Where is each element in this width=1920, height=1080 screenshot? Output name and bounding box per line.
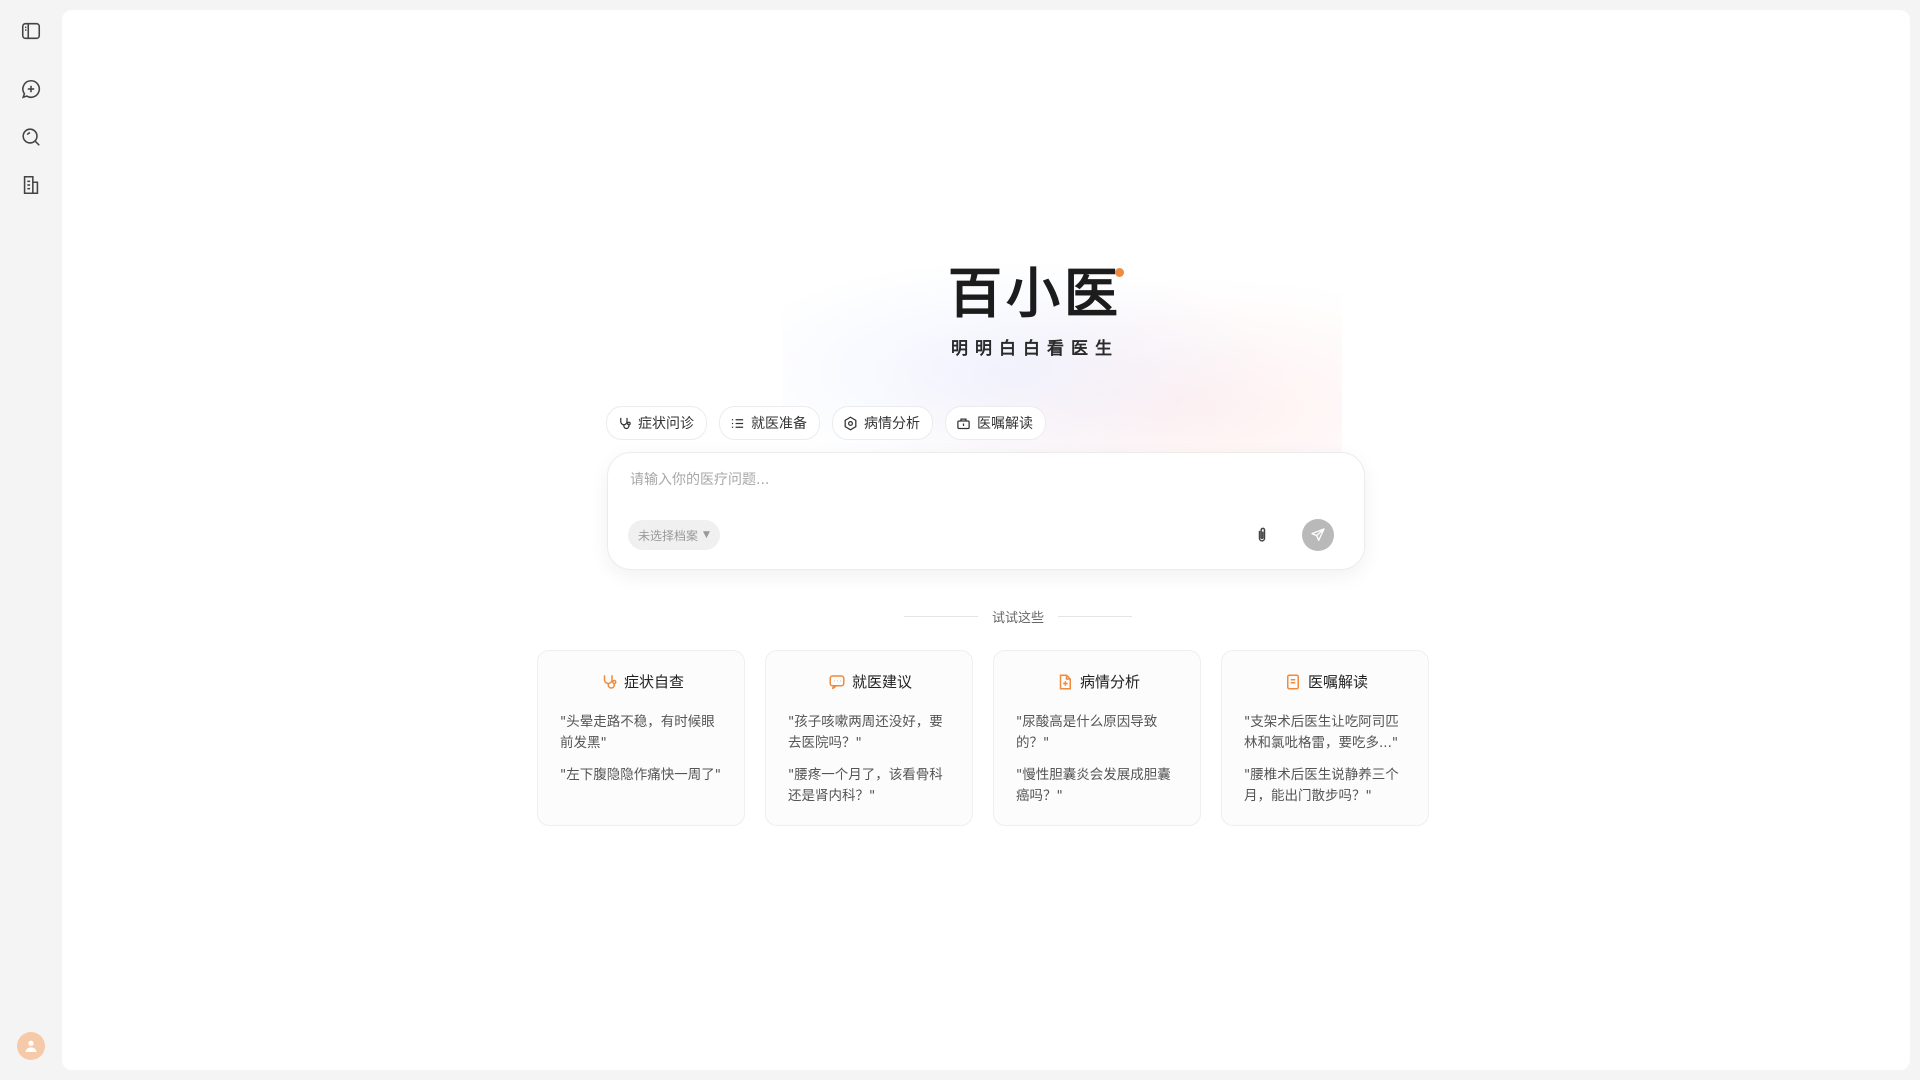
chip-label: 医嘱解读 [977, 416, 1033, 432]
chat-plus-icon [21, 79, 41, 99]
suggestions-label: 试试这些 [991, 610, 1044, 626]
divider-line [903, 615, 978, 617]
document-list-icon [23, 175, 39, 195]
paperclip-icon [1258, 527, 1266, 542]
suggestion-card-analysis: 病情分析 "尿酸高是什么原因导致的？" "慢性胆囊炎会发展成胆囊癌吗？" [993, 650, 1201, 826]
card-header: 医嘱解读 [1244, 671, 1408, 692]
brand-logo: 百小医 [948, 262, 1124, 326]
suggestion-question[interactable]: "尿酸高是什么原因导致的？" [1016, 712, 1180, 754]
composer: 未选择档案 ▼ [607, 452, 1365, 570]
divider-line [1058, 615, 1132, 617]
attach-button[interactable] [1250, 523, 1274, 547]
card-title: 症状自查 [623, 673, 684, 691]
chevron-down-icon: ▼ [703, 530, 710, 540]
suggestion-question[interactable]: "头晕走路不稳，有时候眼前发黑" [560, 712, 724, 754]
send-button[interactable] [1302, 519, 1334, 551]
checklist-icon [731, 418, 744, 428]
suggestion-question[interactable]: "腰椎术后医生说静养三个月，能出门散步吗？" [1244, 765, 1408, 807]
chip-label: 就医准备 [751, 416, 807, 432]
chip-order-interpret[interactable]: 医嘱解读 [945, 406, 1046, 440]
briefcase-icon [957, 418, 970, 429]
search-icon [22, 128, 40, 146]
stethoscope-icon [620, 417, 631, 429]
stethoscope-icon [603, 674, 617, 689]
suggestion-cards: 症状自查 "头晕走路不稳，有时候眼前发黑" "左下腹隐隐作痛快一周了" 就医建议… [537, 650, 1429, 826]
send-icon [1311, 528, 1325, 541]
chip-label: 病情分析 [864, 416, 920, 432]
file-plus-icon [1059, 674, 1071, 689]
suggestions-divider: 试试这些 [868, 606, 1168, 626]
chip-visit-prep[interactable]: 就医准备 [719, 406, 820, 440]
sidebar-panel-icon [21, 22, 41, 40]
main-panel: 百小医 明明白白看医生 症状问诊 就医准备 病情分析 医嘱解读 请输入你的医疗问… [62, 10, 1910, 1070]
card-header: 病情分析 [1016, 671, 1180, 692]
user-icon [25, 1040, 37, 1052]
suggestion-question[interactable]: "支架术后医生让吃阿司匹林和氯吡格雷，要吃多..." [1244, 712, 1408, 754]
card-header: 症状自查 [560, 671, 724, 692]
logo-dot [1115, 268, 1124, 277]
new-chat-button[interactable] [18, 76, 44, 102]
suggestion-question[interactable]: "孩子咳嗽两周还没好，要去医院吗？" [788, 712, 952, 754]
suggestion-card-symptom: 症状自查 "头晕走路不稳，有时候眼前发黑" "左下腹隐隐作痛快一周了" [537, 650, 745, 826]
brand-header: 百小医 明明白白看医生 [905, 262, 1165, 359]
card-header: 就医建议 [788, 671, 952, 692]
sidebar [0, 0, 62, 1080]
profile-select[interactable]: 未选择档案 ▼ [628, 520, 720, 550]
card-title: 病情分析 [1079, 673, 1140, 691]
chip-symptom-consult[interactable]: 症状问诊 [606, 406, 707, 440]
brand-name: 百小医 [948, 262, 1122, 325]
sidebar-toggle-button[interactable] [18, 18, 44, 44]
suggestion-question[interactable]: "腰疼一个月了，该看骨科还是肾内科？" [788, 765, 952, 807]
suggestion-question[interactable]: "左下腹隐隐作痛快一周了" [560, 765, 724, 807]
card-title: 就医建议 [851, 673, 912, 691]
suggestion-card-orders: 医嘱解读 "支架术后医生让吃阿司匹林和氯吡格雷，要吃多..." "腰椎术后医生说… [1221, 650, 1429, 826]
chip-condition-analysis[interactable]: 病情分析 [832, 406, 933, 440]
records-button[interactable] [18, 172, 44, 198]
search-button[interactable] [18, 124, 44, 150]
suggestion-card-visit: 就医建议 "孩子咳嗽两周还没好，要去医院吗？" "腰疼一个月了，该看骨科还是肾内… [765, 650, 973, 826]
avatar[interactable] [17, 1032, 45, 1060]
mode-chips: 症状问诊 就医准备 病情分析 医嘱解读 [606, 406, 1046, 440]
question-input[interactable] [628, 467, 1332, 493]
chip-label: 症状问诊 [638, 416, 694, 432]
profile-select-label: 未选择档案 [638, 528, 699, 543]
card-title: 医嘱解读 [1307, 673, 1368, 691]
suggestion-question[interactable]: "慢性胆囊炎会发展成胆囊癌吗？" [1016, 765, 1180, 807]
note-icon [1286, 674, 1299, 689]
hexagon-icon [844, 416, 857, 430]
chat-bubble-icon [829, 674, 845, 689]
brand-slogan: 明明白白看医生 [951, 339, 1119, 359]
